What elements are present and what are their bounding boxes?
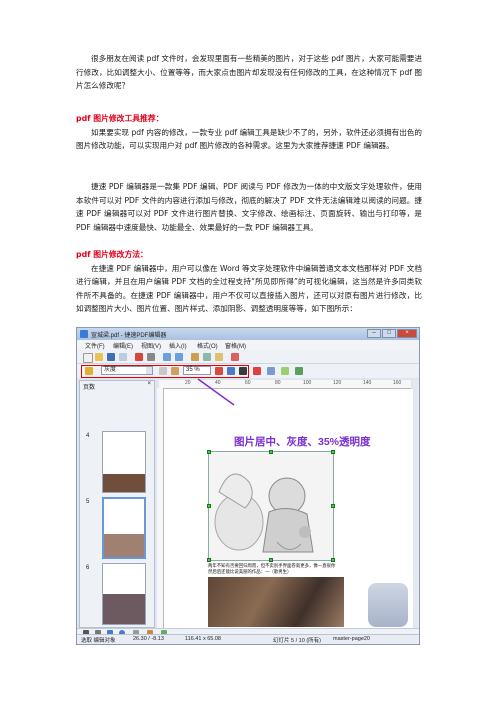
intro-section: 很多朋友在阅读 pdf 文件时，会发现里面有一些精美的图片，对于这些 pdf 图… [76,52,422,93]
new-doc-icon[interactable] [83,353,93,363]
copy-icon[interactable] [203,353,211,361]
panel-title: 页数 [83,385,96,391]
status-mode: 选取 编辑对象 [81,638,116,644]
cut-icon[interactable] [191,353,199,361]
resize-handle[interactable] [269,558,273,562]
resize-handle[interactable] [207,504,211,508]
arrange-icon[interactable] [267,367,275,375]
menu-file[interactable]: 文件(F) [85,341,105,350]
open-folder-icon[interactable] [95,353,103,361]
anime-image [209,452,333,560]
editor-section: 捷速 PDF 编辑器是一款集 PDF 编辑、PDF 阅读与 PDF 修改为一体的… [76,180,422,234]
close-button[interactable]: × [397,329,417,338]
pdf-export-icon[interactable] [135,353,143,361]
status-bar: 选取 编辑对象 26.30 / -8.13 116.41 x 65.08 幻灯片… [77,634,419,644]
page-thumbnail-6[interactable] [102,563,146,625]
standard-toolbar [77,350,419,364]
resize-handle[interactable] [207,558,211,562]
undo-icon[interactable] [163,353,171,361]
status-master-page: master-page20 [333,636,370,642]
editor-paragraph: 捷速 PDF 编辑器是一款集 PDF 编辑、PDF 阅读与 PDF 修改为一体的… [76,182,422,232]
app-icon [80,330,88,338]
second-image[interactable] [208,577,344,627]
ruler-mark: 160 [393,380,402,386]
vertical-ruler [157,388,164,628]
thumb-number: 4 [86,433,90,439]
intro-paragraph: 很多朋友在阅读 pdf 文件时，会发现里面有一些精美的图片，对于这些 pdf 图… [76,54,422,90]
help-icon[interactable] [231,353,239,361]
menu-view[interactable]: 视图(V) [141,341,161,350]
edit-icon[interactable] [119,353,127,361]
menu-pane[interactable]: 窗格(M) [225,341,246,350]
image-caption-text: 两年不知有否要回归周而，但不卖别手界面卷就更多，像一直很你然后后还能比说美丽的作… [208,563,336,574]
redo-icon[interactable] [175,353,183,361]
ruler-mark: 120 [333,380,342,386]
ruler-mark: 140 [363,380,372,386]
status-coordinates: 26.30 / -8.13 [133,636,164,642]
maximize-button[interactable]: □ [382,329,396,338]
method-block: pdf 图片修改方法： 在捷速 PDF 编辑器中，用户可以像在 Word 等文字… [76,248,422,316]
document-canvas[interactable]: 图片居中、灰度、35%透明度 两年不知有否要回归周而，但不卖别手界面卷就更多，像… [164,378,413,629]
thumb-number: 6 [86,565,90,571]
resize-handle[interactable] [331,450,335,454]
selected-image[interactable] [207,450,335,562]
resize-handle[interactable] [331,504,335,508]
menu-bar: 文件(F) 编辑(E) 视图(V) 插入(I) 格式(O) 窗格(M) [77,340,419,350]
save-icon[interactable] [107,353,115,361]
paste-icon[interactable] [215,353,223,361]
menu-insert[interactable]: 插入(I) [169,341,187,350]
pointer-arrow-icon [197,378,235,406]
app-screenshot: 宣城梁.pdf - 捷速PDF编辑器 – □ × 文件(F) 编辑(E) 视图(… [76,327,420,645]
tool-section: pdf 图片修改工具推荐： 如果要实现 pdf 内容的修改，一款专业 pdf 编… [76,112,422,153]
tool-paragraph: 如果要实现 pdf 内容的修改，一款专业 pdf 编辑工具是缺少不了的，另外，软… [76,127,422,151]
fill-icon[interactable] [281,367,289,375]
ruler-mark: 20 [185,380,191,386]
status-size: 116.41 x 65.08 [185,636,221,642]
vertical-scrollbar[interactable] [413,380,419,628]
thumb-number: 5 [86,499,90,505]
page-thumbnail-4[interactable] [102,431,146,493]
minimize-button[interactable]: – [367,329,381,338]
resize-handle[interactable] [269,450,273,454]
window-titlebar: 宣城梁.pdf - 捷速PDF编辑器 – □ × [77,328,419,340]
menu-edit[interactable]: 编辑(E) [113,341,133,350]
print-icon[interactable] [147,353,155,361]
line-color-icon[interactable] [295,367,303,375]
method-paragraph: 在捷速 PDF 编辑器中，用户可以像在 Word 等文字处理软件中编辑普通文本文… [76,263,422,314]
window-title: 宣城梁.pdf - 捷速PDF编辑器 [91,333,167,339]
resize-handle[interactable] [207,450,211,454]
annotation-caption: 图片居中、灰度、35%透明度 [234,436,371,448]
panel-close-icon[interactable]: × [147,381,151,387]
resize-handle[interactable] [331,558,335,562]
page-thumbnail-5[interactable] [102,497,146,559]
window-controls: – □ × [367,329,417,338]
delete-icon[interactable] [253,367,261,375]
page-thumbnail-panel: 页数 × 4 5 6 [79,380,155,628]
document-page: 很多朋友在阅读 pdf 文件时，会发现里面有一些精美的图片，对于这些 pdf 图… [0,0,496,702]
heading-tool-recommendation: pdf 图片修改工具推荐： [76,114,164,123]
menu-format[interactable]: 格式(O) [197,341,218,350]
heading-method: pdf 图片修改方法： [76,250,148,259]
side-image[interactable] [368,583,408,627]
status-slide: 幻灯片 5 / 10 (所有) [273,638,321,644]
ruler-mark: 100 [303,380,312,386]
